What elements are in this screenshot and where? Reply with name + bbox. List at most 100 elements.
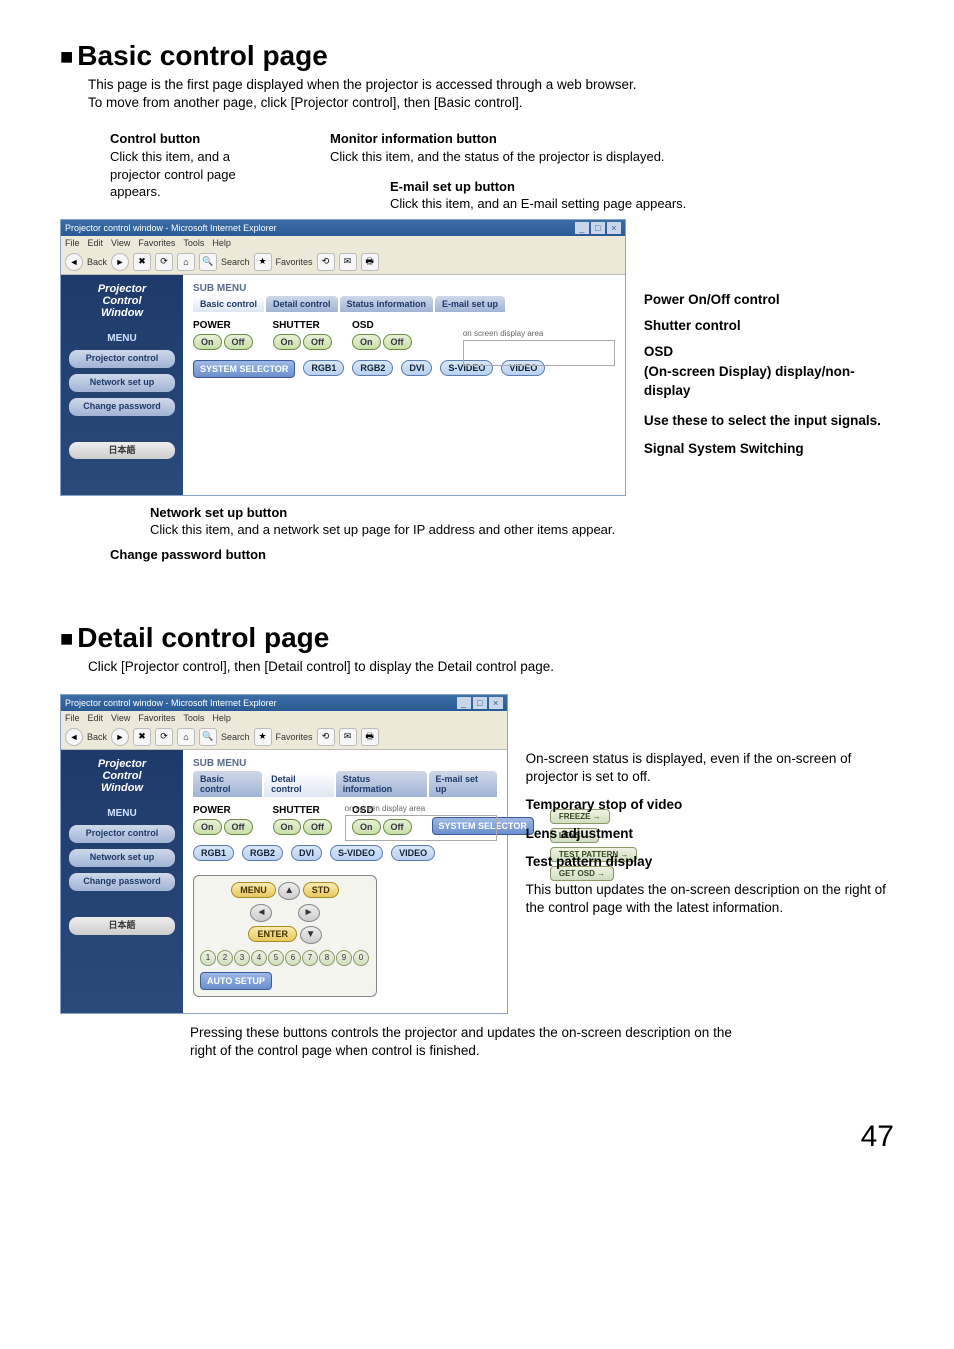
power-off[interactable]: Off	[224, 334, 253, 350]
number-pad[interactable]: 1234567890	[200, 950, 370, 966]
detail-annotations: On-screen status is displayed, even if t…	[526, 694, 894, 928]
mail-icon: ✉	[339, 728, 357, 746]
forward-icon: ►	[111, 728, 129, 746]
sidebar-change-password[interactable]: Change password	[69, 873, 175, 891]
home-icon[interactable]: ⌂	[177, 253, 195, 271]
ann-power: Power On/Off control	[644, 291, 894, 309]
tab-email-setup[interactable]: E-mail set up	[435, 296, 505, 312]
browser-menubar[interactable]: FileEditViewFavoritesToolsHelp	[61, 236, 625, 250]
arrow-down-icon[interactable]: ▼	[300, 926, 322, 944]
refresh-icon: ⟳	[155, 728, 173, 746]
main-pane: SUB MENU Basic control Detail control St…	[183, 275, 625, 495]
ann-shutter: Shutter control	[644, 317, 894, 335]
browser-toolbar[interactable]: ◄ Back ► ✖ ⟳ ⌂ 🔍 Search ★ Favorites ⟲ ✉ …	[61, 250, 625, 275]
history-icon[interactable]: ⟲	[317, 253, 335, 271]
enter-button[interactable]: ENTER	[248, 926, 297, 942]
input-rgb2[interactable]: RGB2	[242, 845, 283, 861]
ann-signal-switch: Signal System Switching	[644, 440, 894, 458]
browser-titlebar: Projector control window - Microsoft Int…	[61, 220, 625, 236]
osd-off[interactable]: Off	[383, 334, 412, 350]
osd-on[interactable]: On	[352, 334, 381, 350]
maximize-icon: □	[473, 697, 487, 709]
tab-detail-control[interactable]: Detail control	[266, 296, 338, 312]
history-icon: ⟲	[317, 728, 335, 746]
search-icon[interactable]: 🔍	[199, 253, 217, 271]
power-on[interactable]: On	[193, 334, 222, 350]
arrow-up-icon[interactable]: ▲	[278, 882, 300, 900]
detail-below-text: Pressing these buttons controls the proj…	[190, 1024, 750, 1060]
close-icon: ×	[607, 222, 621, 234]
ann-temp-stop: Temporary stop of video	[526, 796, 894, 814]
ann-osd-head: OSD	[644, 343, 894, 361]
shutter-off[interactable]: Off	[303, 334, 332, 350]
ann-input-select: Use these to select the input signals.	[644, 412, 894, 430]
osd-display-area: on screen display area	[345, 804, 497, 841]
input-rgb2[interactable]: RGB2	[352, 360, 393, 376]
detail-heading: ■Detail control page	[60, 622, 894, 654]
input-dvi[interactable]: DVI	[401, 360, 432, 376]
home-icon: ⌂	[177, 728, 195, 746]
minimize-icon: _	[575, 222, 589, 234]
input-rgb1[interactable]: RGB1	[193, 845, 234, 861]
input-video[interactable]: VIDEO	[391, 845, 435, 861]
detail-control-section: ■Detail control page Click [Projector co…	[60, 622, 894, 1061]
sidebar-japanese[interactable]: 日本語	[69, 442, 175, 460]
monitor-info-caption-title: Monitor information button	[330, 130, 894, 148]
sidebar-network-setup[interactable]: Network set up	[69, 849, 175, 867]
control-button-caption-title: Control button	[110, 130, 300, 148]
sidebar: Projector Control Window MENU Projector …	[61, 275, 183, 495]
stop-icon[interactable]: ✖	[133, 253, 151, 271]
ann-osd-status: On-screen status is displayed, even if t…	[526, 750, 894, 786]
ann-test-pattern: Test pattern display	[526, 853, 894, 871]
menu-button[interactable]: MENU	[231, 882, 276, 898]
detail-screenshot: Projector control window - Microsoft Int…	[60, 694, 508, 1014]
print-icon: 🖶	[361, 728, 379, 746]
std-button[interactable]: STD	[303, 882, 339, 898]
input-svideo[interactable]: S-VIDEO	[330, 845, 383, 861]
ann-lens: Lens adjustment	[526, 825, 894, 843]
shutter-on[interactable]: On	[273, 819, 302, 835]
window-controls[interactable]: _□×	[573, 222, 621, 234]
arrow-left-icon[interactable]: ◄	[250, 904, 272, 922]
input-dvi[interactable]: DVI	[291, 845, 322, 861]
input-rgb1[interactable]: RGB1	[303, 360, 344, 376]
close-icon: ×	[489, 697, 503, 709]
refresh-icon[interactable]: ⟳	[155, 253, 173, 271]
basic-annotations: Power On/Off control Shutter control OSD…	[644, 219, 894, 469]
favorites-icon[interactable]: ★	[254, 253, 272, 271]
basic-intro: This page is the first page displayed wh…	[88, 76, 894, 112]
shutter-on[interactable]: On	[273, 334, 302, 350]
forward-icon[interactable]: ►	[111, 253, 129, 271]
network-setup-caption: Network set up button Click this item, a…	[150, 504, 894, 539]
auto-setup-button[interactable]: AUTO SETUP	[200, 972, 272, 990]
osd-display-area: on screen display area	[463, 329, 615, 366]
change-password-caption: Change password button	[110, 547, 894, 562]
tab-status-information[interactable]: Status information	[336, 771, 427, 797]
sidebar-projector-control[interactable]: Projector control	[69, 825, 175, 843]
sidebar-projector-control[interactable]: Projector control	[69, 350, 175, 368]
arrow-right-icon[interactable]: ►	[298, 904, 320, 922]
tab-basic-control[interactable]: Basic control	[193, 771, 262, 797]
maximize-icon: □	[591, 222, 605, 234]
sidebar-japanese[interactable]: 日本語	[69, 917, 175, 935]
tab-email-setup[interactable]: E-mail set up	[429, 771, 497, 797]
system-selector[interactable]: SYSTEM SELECTOR	[193, 360, 295, 378]
remote-pad: MENU ▲ STD ◄ ► ENTER	[193, 875, 377, 997]
basic-heading: ■Basic control page	[60, 40, 894, 72]
basic-screenshot: Projector control window - Microsoft Int…	[60, 219, 626, 496]
tab-detail-control[interactable]: Detail control	[264, 771, 334, 797]
power-on[interactable]: On	[193, 819, 222, 835]
tab-basic-control[interactable]: Basic control	[193, 296, 264, 312]
search-icon: 🔍	[199, 728, 217, 746]
shutter-off[interactable]: Off	[303, 819, 332, 835]
ann-get-osd: This button updates the on-screen descri…	[526, 881, 894, 917]
mail-icon[interactable]: ✉	[339, 253, 357, 271]
print-icon[interactable]: 🖶	[361, 253, 379, 271]
sidebar-network-setup[interactable]: Network set up	[69, 374, 175, 392]
tab-status-information[interactable]: Status information	[340, 296, 434, 312]
back-icon[interactable]: ◄	[65, 253, 83, 271]
sidebar-change-password[interactable]: Change password	[69, 398, 175, 416]
back-icon: ◄	[65, 728, 83, 746]
page-number: 47	[60, 1120, 894, 1154]
power-off[interactable]: Off	[224, 819, 253, 835]
